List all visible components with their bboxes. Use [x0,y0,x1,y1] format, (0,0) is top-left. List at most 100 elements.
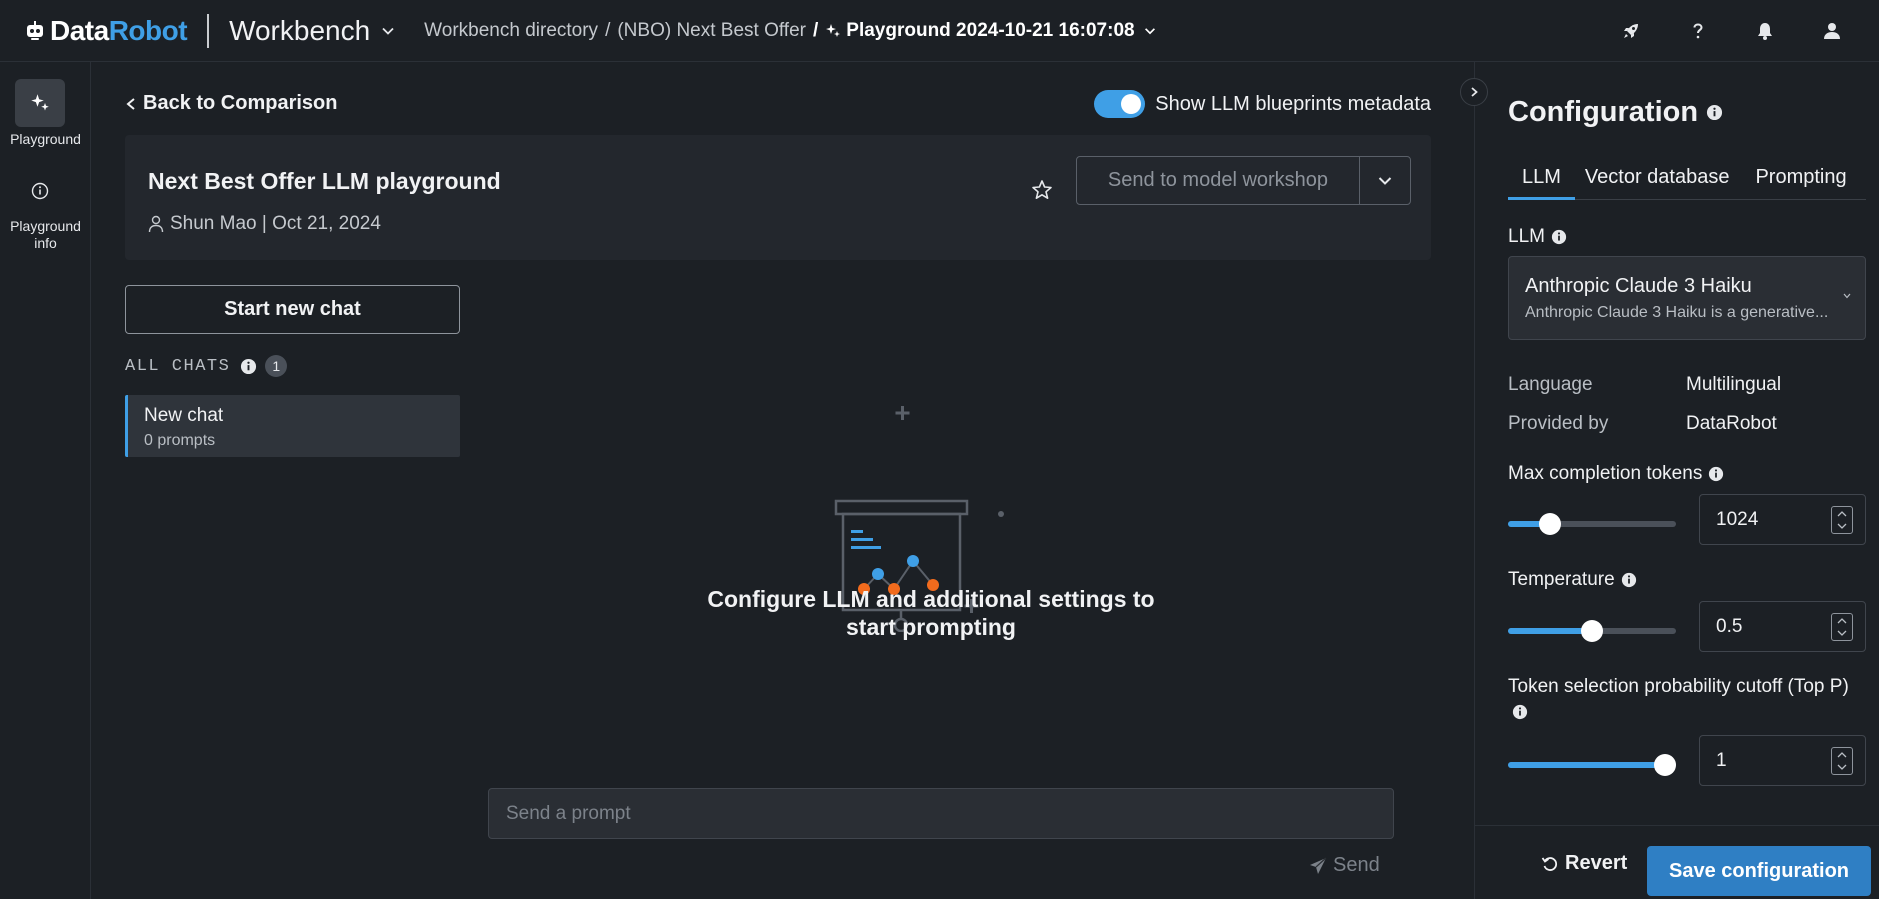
decoration-plus-icon [895,406,979,613]
app-switcher[interactable]: Workbench [229,15,396,47]
chevron-down-icon[interactable] [1837,630,1847,637]
top-p-slider[interactable] [1508,754,1676,776]
chevron-up-icon[interactable] [1837,751,1847,758]
temperature-label: Temperature [1508,569,1637,591]
breadcrumb-current-playground[interactable]: Playground 2024-10-21 16:07:08 [825,20,1161,42]
rail-playground-label[interactable]: Playground [0,131,91,147]
chevron-down-icon[interactable] [1837,764,1847,771]
chart-point [872,568,884,580]
slider-handle[interactable] [1581,620,1603,642]
sparkle-icon [31,94,49,111]
back-to-comparison-link[interactable]: Back to Comparison [125,92,337,115]
rail-playground-info-label[interactable]: Playground info [5,218,86,252]
slider-handle[interactable] [1654,754,1676,776]
chat-count-badge: 1 [265,355,288,377]
info-icon[interactable] [1708,466,1724,482]
logo-divider [207,13,210,48]
rail-playground-button[interactable] [15,79,65,127]
config-tabs: LLM Vector database Prompting [1508,160,1866,200]
info-icon[interactable] [1621,572,1637,588]
tab-vector-database[interactable]: Vector database [1575,160,1740,200]
breadcrumb-separator: / [605,19,611,41]
top-p-label: Token selection probability cutoff (Top … [1508,674,1873,726]
robot-logo-icon [27,20,43,40]
info-icon[interactable] [240,358,257,375]
breadcrumb-workbench-directory[interactable]: Workbench directory [424,20,598,42]
slider-handle[interactable] [1539,513,1561,535]
chevron-down-icon [1378,176,1392,185]
collapse-panel-button[interactable] [1460,78,1488,106]
chart-point [907,555,919,567]
chevron-up-icon[interactable] [1837,617,1847,624]
chevron-left-icon [126,97,135,110]
max-tokens-label: Max completion tokens [1508,463,1724,485]
playground-header-card: Next Best Offer LLM playground Shun Mao … [125,135,1431,260]
chevron-right-icon [1471,87,1478,97]
provider-value: DataRobot [1686,413,1777,434]
max-tokens-slider[interactable] [1508,513,1676,535]
llm-field-label: LLM [1508,226,1567,248]
rocket-icon[interactable] [1619,19,1643,43]
configuration-panel: Configuration LLM Vector database Prompt… [1474,62,1879,899]
slider-fill [1508,762,1676,768]
stepper[interactable] [1831,506,1853,534]
send-options-dropdown[interactable] [1359,156,1411,205]
llm-select-name: Anthropic Claude 3 Haiku [1525,275,1752,297]
brand-name: DataRobot [50,14,188,46]
prompt-input[interactable] [488,788,1394,839]
info-icon[interactable] [1512,704,1528,720]
max-tokens-input[interactable]: 1024 [1699,494,1866,545]
stepper[interactable] [1831,747,1853,775]
chevron-down-icon [1843,293,1851,299]
top-bar: DataRobot Workbench Workbench directory … [0,0,1879,62]
star-icon[interactable] [1031,179,1053,201]
start-new-chat-button[interactable]: Start new chat [125,285,460,334]
main-content: Back to Comparison Show LLM blueprints m… [91,62,1474,899]
send-to-model-workshop-button[interactable]: Send to model workshop [1076,156,1360,205]
send-prompt-button[interactable]: Send [1309,854,1380,877]
bell-icon[interactable] [1753,19,1777,43]
metadata-toggle-label: Show LLM blueprints metadata [1155,92,1431,115]
configuration-title: Configuration [1508,96,1723,129]
provider-key: Provided by [1508,413,1609,434]
save-configuration-button[interactable]: Save configuration [1647,846,1871,896]
chat-subtitle: 0 prompts [144,432,216,449]
info-icon[interactable] [31,182,49,200]
breadcrumb-separator: / [812,19,819,41]
app-title: Workbench [229,14,371,46]
user-icon [148,215,164,233]
chat-title: New chat [144,405,224,426]
undo-icon [1541,856,1558,871]
tab-llm[interactable]: LLM [1508,160,1575,200]
playground-title: Next Best Offer LLM playground [148,168,501,194]
text-line [851,538,873,541]
temperature-input[interactable]: 0.5 [1699,601,1866,652]
info-icon[interactable] [1706,104,1723,121]
all-chats-header: ALL CHATS 1 [125,355,288,377]
breadcrumb: Workbench directory / (NBO) Next Best Of… [424,20,1161,42]
user-icon[interactable] [1820,19,1844,43]
help-icon[interactable] [1686,19,1710,43]
chevron-down-icon [382,27,394,35]
info-icon[interactable] [1551,229,1567,245]
metadata-toggle[interactable] [1094,90,1146,118]
stepper[interactable] [1831,613,1853,641]
datarobot-logo[interactable]: DataRobot [24,0,188,62]
llm-select[interactable]: Anthropic Claude 3 Haiku Anthropic Claud… [1508,256,1866,340]
provider-row: Provided by DataRobot [1508,413,1777,435]
decoration-dot [998,511,1004,517]
top-p-input[interactable]: 1 [1699,735,1866,786]
chat-list-item[interactable]: New chat 0 prompts [125,395,460,457]
chevron-down-icon[interactable] [1837,523,1847,530]
breadcrumb-use-case[interactable]: (NBO) Next Best Offer [617,20,806,42]
tab-prompting[interactable]: Prompting [1739,160,1846,200]
send-icon [1310,857,1327,874]
language-key: Language [1508,374,1593,395]
revert-button[interactable]: Revert [1541,852,1627,875]
board-top-bar [834,499,969,516]
slider-fill [1508,628,1592,634]
temperature-slider[interactable] [1508,620,1676,642]
language-value: Multilingual [1686,374,1782,395]
top-icons [1619,0,1879,62]
chevron-up-icon[interactable] [1837,510,1847,517]
